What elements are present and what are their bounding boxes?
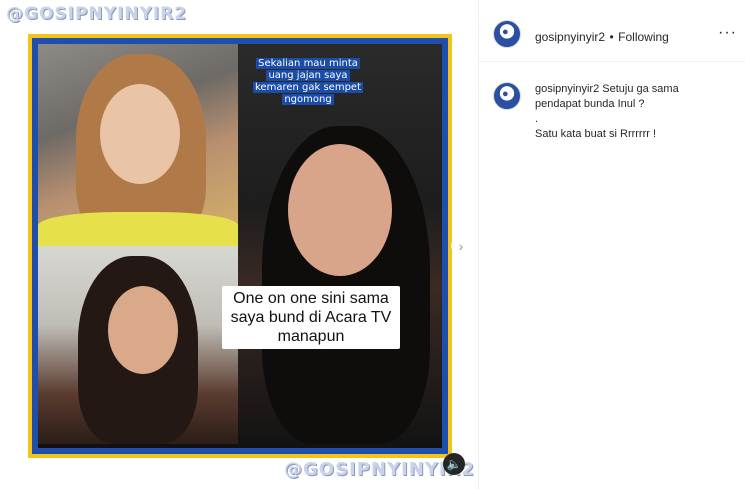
caption-username[interactable]: gosipnyinyir2	[535, 83, 599, 95]
video-caption-top-text: Sekalian mau minta uang jajan saya kemar…	[253, 58, 363, 105]
watermark-top: @GOSIPNYINYIR2	[6, 4, 188, 24]
video-caption-main: One on one sini sama saya bund di Acara …	[222, 286, 400, 349]
follow-status[interactable]: Following	[618, 30, 669, 44]
avatar-icon: ●	[502, 26, 509, 38]
post-media: @GOSIPNYINYIR2 Sekalian mau minta uang j…	[0, 0, 478, 489]
avatar-icon: ●	[502, 88, 509, 100]
caption-body: gosipnyinyir2 Setuju ga sama pendapat bu…	[535, 82, 685, 142]
caption-line2: .	[535, 113, 539, 125]
photo-bottom-left	[38, 246, 238, 444]
avatar[interactable]: ●	[493, 20, 521, 48]
header-username[interactable]: gosipnyinyir2	[535, 30, 605, 44]
post-sidebar: ● gosipnyinyir2 • Following ··· ● gosipn…	[478, 0, 745, 489]
caption-line3: Satu kata buat si Rrrrrrr !	[535, 128, 657, 140]
video-caption-top: Sekalian mau minta uang jajan saya kemar…	[246, 58, 370, 106]
chevron-right-icon[interactable]: ›	[451, 236, 471, 256]
video-frame[interactable]	[28, 34, 452, 458]
post-header: ● gosipnyinyir2 • Following ···	[479, 0, 745, 62]
caption-avatar[interactable]: ●	[493, 82, 521, 110]
more-options-icon[interactable]: ···	[718, 24, 737, 42]
photo-top-left	[38, 44, 238, 246]
video-collage	[38, 44, 442, 448]
header-separator: •	[609, 30, 614, 44]
speaker-muted-icon[interactable]: 🔈	[443, 453, 465, 475]
